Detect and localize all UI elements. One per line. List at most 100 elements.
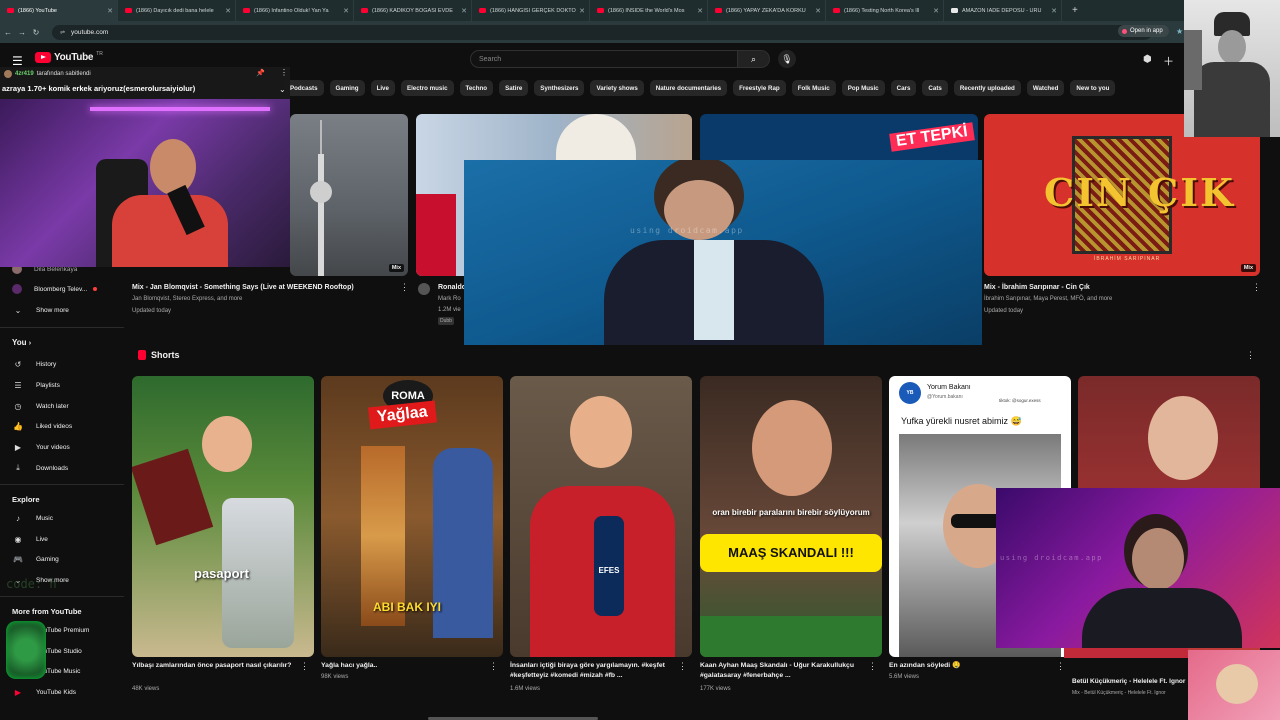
sidebar-item-subscription[interactable]: Bloomberg Telev... bbox=[12, 282, 98, 296]
more-options-icon[interactable]: ⋮ bbox=[300, 661, 309, 672]
chip[interactable]: Pop Music bbox=[841, 80, 885, 96]
sidebar-item-your-videos[interactable]: ▶ Your videos bbox=[12, 440, 70, 454]
short-title[interactable]: Yağla hacı yağla.. bbox=[321, 661, 491, 671]
more-options-icon[interactable]: ⋮ bbox=[400, 282, 409, 293]
short-overlay-text: oran birebir paralarını birebir söylüyor… bbox=[712, 508, 870, 517]
close-tab-icon[interactable]: ✕ bbox=[1051, 7, 1057, 15]
reload-icon[interactable]: ↻ bbox=[30, 28, 42, 37]
mic-icon[interactable]: 🎙 bbox=[778, 50, 796, 68]
short-thumbnail[interactable]: EFES bbox=[510, 376, 692, 657]
search-input[interactable]: Search bbox=[470, 50, 738, 68]
sidebar-item-music[interactable]: ♪ Music bbox=[12, 511, 53, 525]
chip[interactable]: Folk Music bbox=[791, 80, 836, 96]
chevron-down-icon[interactable]: ⌄ bbox=[279, 85, 286, 94]
sidebar-item-playlists[interactable]: ☰ Playlists bbox=[12, 378, 59, 392]
video-channel[interactable]: Mark Ro bbox=[438, 295, 461, 303]
close-tab-icon[interactable]: ✕ bbox=[461, 7, 467, 15]
more-options-icon[interactable]: ⋮ bbox=[280, 68, 288, 77]
close-tab-icon[interactable]: ✕ bbox=[579, 7, 585, 15]
short-title[interactable]: Betül Küçükmeriç - Helelele Ft. Ignor bbox=[1072, 677, 1190, 687]
chip[interactable]: Techno bbox=[459, 80, 494, 96]
sidebar-item-watch-later[interactable]: ◷ Watch later bbox=[12, 399, 69, 413]
sidebar-item-history[interactable]: ↺ History bbox=[12, 357, 57, 371]
chip[interactable]: Cars bbox=[890, 80, 917, 96]
browser-tab[interactable]: AMAZON İADE DEPOSU - ÜRÜ ✕ bbox=[944, 0, 1062, 21]
browser-tab[interactable]: (1866) Testing North Korea's Ill ✕ bbox=[826, 0, 944, 21]
chip[interactable]: Watched bbox=[1026, 80, 1065, 96]
youtube-logo[interactable]: YouTube TR bbox=[35, 51, 103, 63]
youtube-play-icon bbox=[35, 52, 51, 63]
search-button[interactable]: ⌕ bbox=[738, 50, 770, 68]
video-title[interactable]: Ronaldo bbox=[438, 283, 466, 292]
chip[interactable]: Gaming bbox=[329, 80, 365, 96]
more-options-icon[interactable]: ⋮ bbox=[868, 661, 877, 672]
hamburger-menu-icon[interactable]: ☰ bbox=[12, 54, 23, 68]
short-thumbnail[interactable]: pasaport bbox=[132, 376, 314, 657]
video-thumbnail[interactable]: Mix bbox=[290, 114, 408, 276]
chip[interactable]: Recently uploaded bbox=[953, 80, 1021, 96]
site-info-icon[interactable]: ⇌ bbox=[60, 29, 65, 36]
close-tab-icon[interactable]: ✕ bbox=[933, 7, 939, 15]
open-in-app-button[interactable]: Open in app bbox=[1118, 25, 1169, 37]
sidebar-item-label: Liked videos bbox=[36, 422, 73, 430]
more-options-icon[interactable]: ⋮ bbox=[1056, 661, 1065, 672]
more-options-icon[interactable]: ⋮ bbox=[678, 661, 687, 672]
sidebar-item-liked-videos[interactable]: 👍 Liked videos bbox=[12, 419, 72, 433]
short-title[interactable]: Kaan Ayhan Maaş Skandalı - Uğur Karakull… bbox=[700, 661, 870, 681]
forward-arrow-icon[interactable]: → bbox=[16, 28, 28, 37]
short-title[interactable]: Yılbaşı zamlarından önce pasaport nasıl … bbox=[132, 661, 302, 671]
sidebar-item-youtube-kids[interactable]: ▶ YouTube Kids bbox=[12, 685, 76, 699]
new-tab-button[interactable]: + bbox=[1072, 5, 1078, 16]
chip[interactable]: Satire bbox=[499, 80, 529, 96]
sidebar-item-live[interactable]: ◉ Live bbox=[12, 532, 48, 546]
sidebar-item-gaming[interactable]: 🎮 Gaming bbox=[12, 552, 59, 566]
you-section-title[interactable]: You › bbox=[12, 338, 31, 347]
channel-avatar[interactable] bbox=[418, 283, 430, 295]
close-tab-icon[interactable]: ✕ bbox=[225, 7, 231, 15]
video-thumbnail[interactable]: ET TEPKİ bbox=[700, 114, 978, 164]
browser-tab[interactable]: (1866) YAPAY ZEKA'DA KORKU ✕ bbox=[708, 0, 826, 21]
short-title[interactable]: En azından söyledi 🤤 bbox=[889, 661, 1059, 671]
short-thumbnail[interactable]: ROMA Yağlaa ABI BAK IYI bbox=[321, 376, 503, 657]
browser-tab[interactable]: (1866) YouTube ✕ bbox=[0, 0, 118, 21]
tweet-text: Yufka yürekli nusret abimiz 😅 bbox=[901, 416, 1022, 426]
video-title[interactable]: Mix - Jan Blomqvist - Something Says (Li… bbox=[132, 283, 397, 292]
browser-tab[interactable]: (1866) Dayıcık dedi bana helele ✕ bbox=[118, 0, 236, 21]
video-title[interactable]: Mix - İbrahim Sarıpınar - Cin Çık bbox=[984, 283, 1249, 292]
more-options-icon[interactable]: ⋮ bbox=[489, 661, 498, 672]
short-thumbnail[interactable]: oran birebir paralarını birebir söylüyor… bbox=[700, 376, 882, 657]
browser-tab[interactable]: (1866) HANGİSİ GERÇEK DOKTO ✕ bbox=[472, 0, 590, 21]
more-options-icon[interactable]: ⋮ bbox=[1252, 282, 1261, 293]
chip[interactable]: Synthesizers bbox=[534, 80, 585, 96]
chip[interactable]: Live bbox=[370, 80, 395, 96]
close-tab-icon[interactable]: ✕ bbox=[815, 7, 821, 15]
video-channel[interactable]: Jan Blomqvist, Stereo Express, and more bbox=[132, 295, 242, 303]
video-channel[interactable]: İbrahim Sarıpınar, Maya Perest, MFÖ, and… bbox=[984, 295, 1112, 303]
short-title[interactable]: İnsanları içtiği biraya göre yargılamayı… bbox=[510, 661, 680, 681]
chip[interactable]: Cats bbox=[922, 80, 948, 96]
url-field[interactable]: ⇌ youtube.com bbox=[52, 24, 1152, 40]
led-strip-shape bbox=[90, 107, 270, 111]
chip[interactable]: Electro music bbox=[400, 80, 454, 96]
chip[interactable]: Nature documentaries bbox=[649, 80, 728, 96]
chip[interactable]: Variety shows bbox=[590, 80, 644, 96]
browser-tab[interactable]: (1866) INSIDE the World's Mos ✕ bbox=[590, 0, 708, 21]
create-button[interactable]: ＋ bbox=[1163, 53, 1174, 69]
browser-tab[interactable]: (1866) KADIKÖY BOĞASI EVDE ✕ bbox=[354, 0, 472, 21]
pin-icon[interactable]: 📌 bbox=[256, 69, 265, 77]
close-tab-icon[interactable]: ✕ bbox=[697, 7, 703, 15]
close-tab-icon[interactable]: ✕ bbox=[343, 7, 349, 15]
bookmark-star-icon[interactable]: ★ bbox=[1176, 27, 1183, 36]
chip[interactable]: New to you bbox=[1070, 80, 1116, 96]
account-avatar: YB bbox=[899, 382, 921, 404]
chip[interactable]: Freestyle Rap bbox=[733, 80, 786, 96]
sidebar-item-downloads[interactable]: ⤓ Downloads bbox=[12, 461, 68, 475]
back-arrow-icon[interactable]: ← bbox=[2, 28, 14, 37]
more-options-icon[interactable]: ⋮ bbox=[1246, 350, 1255, 361]
search-icon: ⌕ bbox=[750, 54, 757, 64]
close-tab-icon[interactable]: ✕ bbox=[107, 7, 113, 15]
show-more-button[interactable]: ⌄ Show more bbox=[12, 303, 69, 317]
browser-tab[interactable]: (1866) Infantino Olduk! Yan Ya ✕ bbox=[236, 0, 354, 21]
video-thumbnail[interactable]: CIN ÇIK İBRAHİM SARIPINAR Mix bbox=[984, 114, 1260, 276]
cast-icon[interactable]: ⬢ bbox=[1143, 54, 1152, 65]
